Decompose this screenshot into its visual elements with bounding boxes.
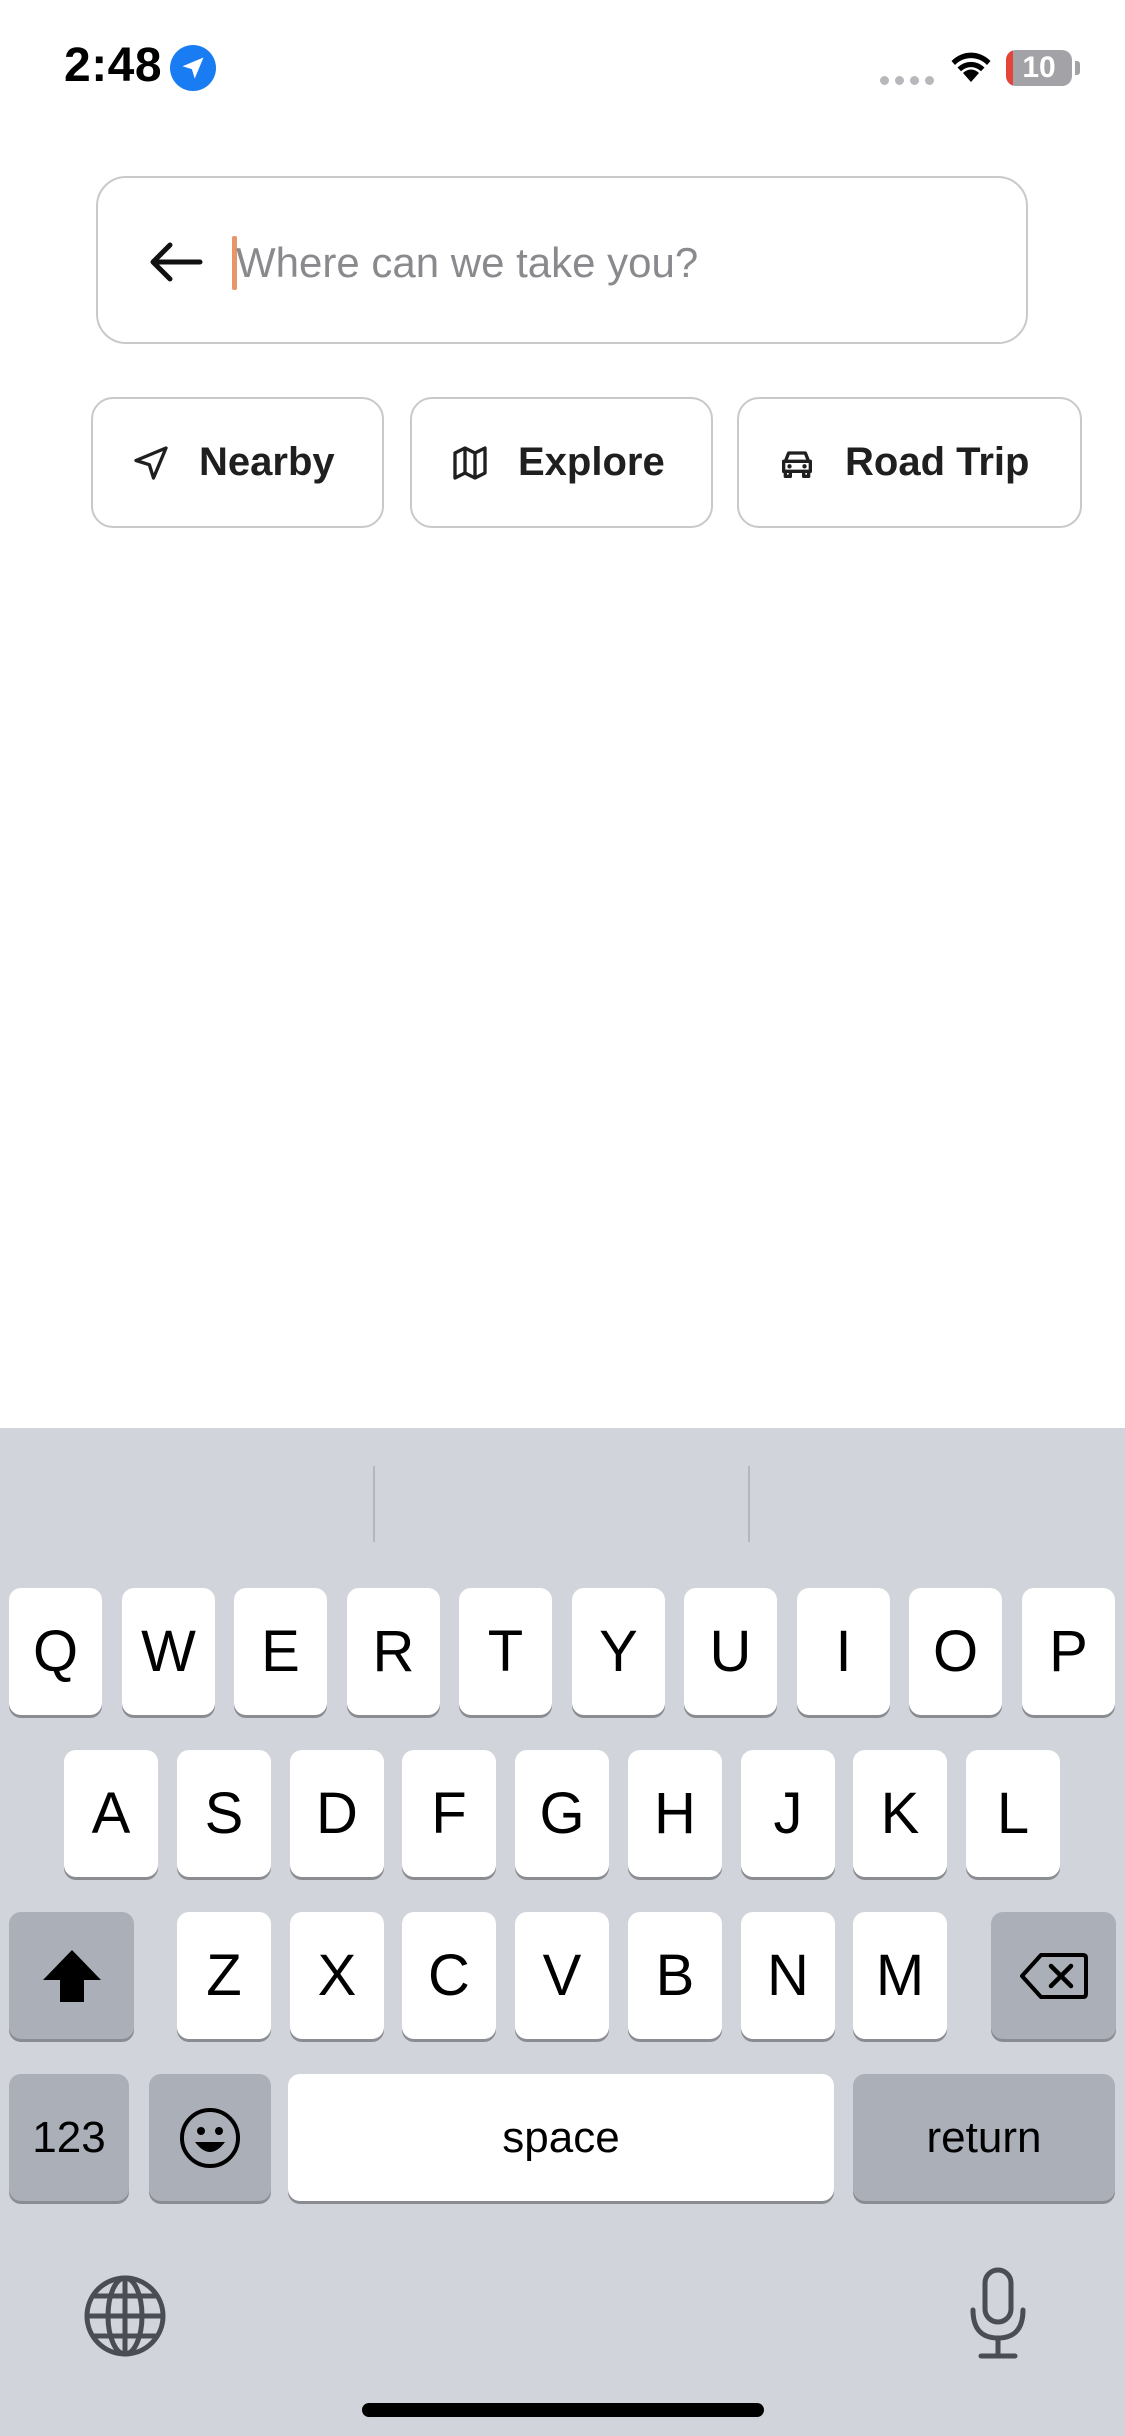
emoji-icon: [180, 2107, 240, 2168]
map-icon: [453, 446, 487, 480]
key-i[interactable]: I: [797, 1588, 890, 1715]
key-q[interactable]: Q: [9, 1588, 102, 1715]
key-v[interactable]: V: [515, 1912, 609, 2039]
wifi-icon: [951, 52, 991, 82]
key-k[interactable]: K: [853, 1750, 947, 1877]
microphone-icon[interactable]: [965, 2266, 1031, 2362]
key-z[interactable]: Z: [177, 1912, 271, 2039]
key-b[interactable]: B: [628, 1912, 722, 2039]
back-button[interactable]: [146, 232, 206, 292]
key-g[interactable]: G: [515, 1750, 609, 1877]
key-m[interactable]: M: [853, 1912, 947, 2039]
explore-chip-button[interactable]: Explore: [410, 397, 713, 528]
search-box[interactable]: [96, 176, 1028, 344]
backspace-key[interactable]: [991, 1912, 1116, 2039]
status-time: 2:48: [64, 39, 163, 92]
key-w[interactable]: W: [122, 1588, 215, 1715]
key-p[interactable]: P: [1022, 1588, 1115, 1715]
key-f[interactable]: F: [402, 1750, 496, 1877]
road-trip-chip-button[interactable]: Road Trip: [737, 397, 1082, 528]
return-key[interactable]: return: [853, 2074, 1115, 2201]
battery-cap: [1075, 61, 1080, 75]
navigation-arrow-icon: [134, 446, 168, 480]
shift-icon: [42, 1949, 101, 2002]
key-s[interactable]: S: [177, 1750, 271, 1877]
key-j[interactable]: J: [741, 1750, 835, 1877]
status-bar: 2:48 10: [0, 0, 1125, 140]
nearby-chip-label: Nearby: [199, 440, 335, 484]
key-u[interactable]: U: [684, 1588, 777, 1715]
key-a[interactable]: A: [64, 1750, 158, 1877]
shift-key[interactable]: [9, 1912, 134, 2039]
battery-level-text: 10: [1022, 51, 1056, 84]
key-r[interactable]: R: [347, 1588, 440, 1715]
car-icon: [782, 451, 812, 478]
key-n[interactable]: N: [741, 1912, 835, 2039]
key-c[interactable]: C: [402, 1912, 496, 2039]
key-h[interactable]: H: [628, 1750, 722, 1877]
backspace-icon: [1019, 1952, 1088, 1999]
key-o[interactable]: O: [909, 1588, 1002, 1715]
signal-dots-icon: [880, 76, 936, 86]
key-e[interactable]: E: [234, 1588, 327, 1715]
explore-chip-label: Explore: [518, 440, 665, 484]
app-screen: 2:48 10 Where can we take you? Nearby Ex…: [0, 0, 1125, 2436]
key-y[interactable]: Y: [572, 1588, 665, 1715]
emoji-key[interactable]: [149, 2074, 271, 2201]
search-input[interactable]: [236, 218, 996, 308]
key-t[interactable]: T: [459, 1588, 552, 1715]
suggestion-divider: [373, 1466, 375, 1542]
nearby-chip-button[interactable]: Nearby: [91, 397, 384, 528]
space-key[interactable]: space: [288, 2074, 834, 2201]
keyboard: Q W E R T Y U I O P A S D F G H J K L Z …: [0, 1428, 1125, 2436]
home-indicator[interactable]: [362, 2403, 764, 2417]
key-x[interactable]: X: [290, 1912, 384, 2039]
key-l[interactable]: L: [966, 1750, 1060, 1877]
location-arrow-icon: [170, 45, 216, 91]
battery-icon: 10: [1006, 50, 1072, 86]
road-trip-chip-label: Road Trip: [845, 440, 1030, 484]
suggestion-divider: [748, 1466, 750, 1542]
key-d[interactable]: D: [290, 1750, 384, 1877]
numbers-key[interactable]: 123: [9, 2074, 129, 2201]
globe-icon[interactable]: [82, 2273, 168, 2359]
arrow-left-icon: [150, 242, 203, 282]
